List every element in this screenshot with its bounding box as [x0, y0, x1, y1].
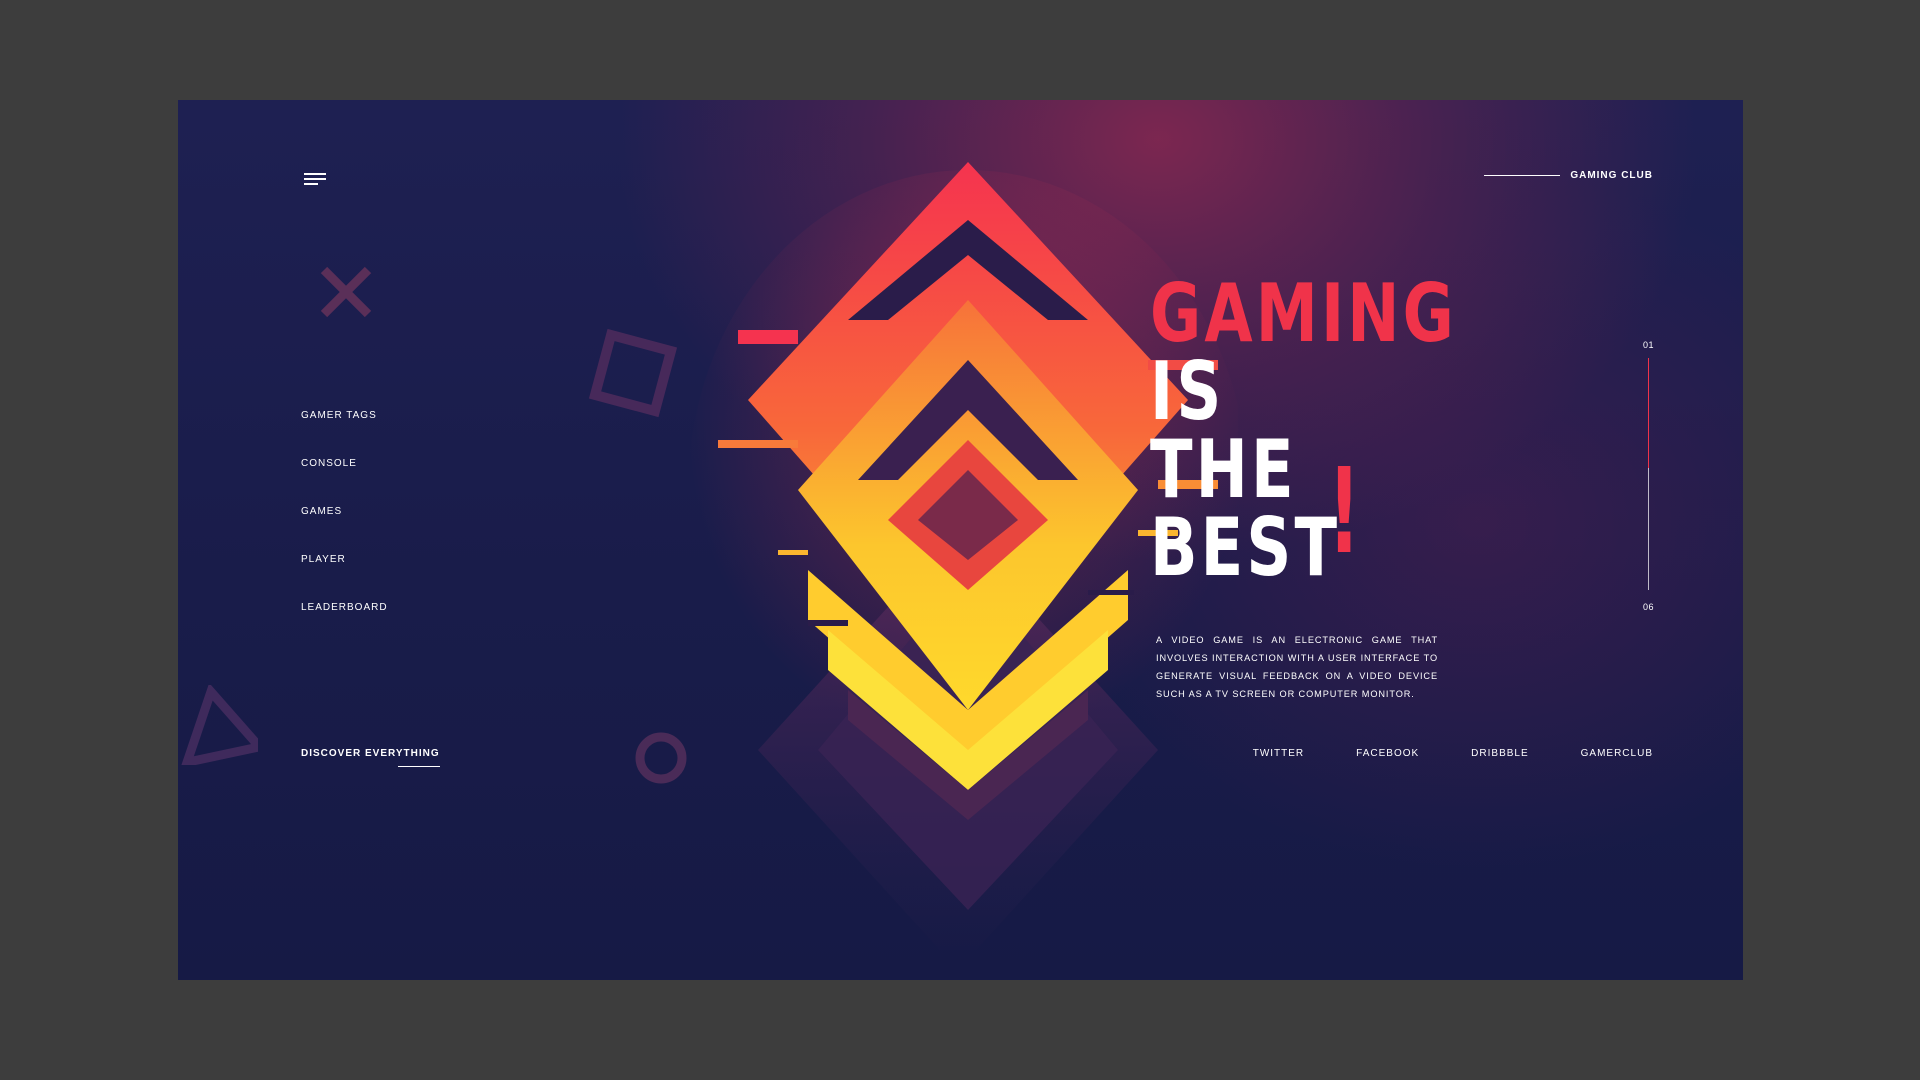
- brand-line: [1484, 175, 1561, 176]
- brand-label: GAMING CLUB: [1570, 170, 1653, 181]
- headline-line-3: THE: [1150, 423, 1297, 516]
- hero-frame: GAMING CLUB GAMER TAGS CONSOLE GAMES PLA…: [178, 100, 1743, 980]
- side-nav: GAMER TAGS CONSOLE GAMES PLAYER LEADERBO…: [301, 410, 388, 650]
- discover-label: DISCOVER EVERYTHING: [301, 748, 440, 759]
- square-icon: [588, 328, 678, 418]
- nav-item-leaderboard[interactable]: LEADERBOARD: [301, 602, 388, 650]
- slide-current: 01: [1643, 340, 1655, 350]
- cross-icon: [320, 266, 372, 318]
- nav-item-games[interactable]: GAMES: [301, 506, 388, 554]
- social-links: TWITTER FACEBOOK DRIBBBLE GAMERCLUB: [1201, 748, 1653, 759]
- menu-icon[interactable]: [304, 173, 326, 187]
- headline-exclamation: !: [1328, 442, 1361, 580]
- brand[interactable]: GAMING CLUB: [1484, 170, 1653, 181]
- headline-line-2: IS: [1150, 345, 1225, 438]
- nav-item-gamer-tags[interactable]: GAMER TAGS: [301, 410, 388, 458]
- social-twitter[interactable]: TWITTER: [1253, 748, 1304, 759]
- headline-line-1: GAMING: [1150, 267, 1457, 360]
- headline-line-4: BEST: [1150, 501, 1341, 594]
- nav-item-console[interactable]: CONSOLE: [301, 458, 388, 506]
- triangle-icon: [180, 685, 258, 765]
- hero-description: A video game is an electronic game that …: [1156, 635, 1438, 699]
- discover-underline: [397, 766, 440, 767]
- nav-item-player[interactable]: PLAYER: [301, 554, 388, 602]
- social-dribbble[interactable]: DRIBBBLE: [1471, 748, 1528, 759]
- discover-link[interactable]: DISCOVER EVERYTHING: [301, 748, 440, 767]
- social-facebook[interactable]: FACEBOOK: [1356, 748, 1419, 759]
- hero-headline: GAMING IS THE BEST: [1150, 267, 1457, 594]
- slide-total: 06: [1643, 602, 1655, 612]
- social-gamerclub[interactable]: GAMERCLUB: [1581, 748, 1653, 759]
- slide-indicator[interactable]: 01 06: [1643, 340, 1673, 615]
- slide-progress: [1648, 358, 1649, 468]
